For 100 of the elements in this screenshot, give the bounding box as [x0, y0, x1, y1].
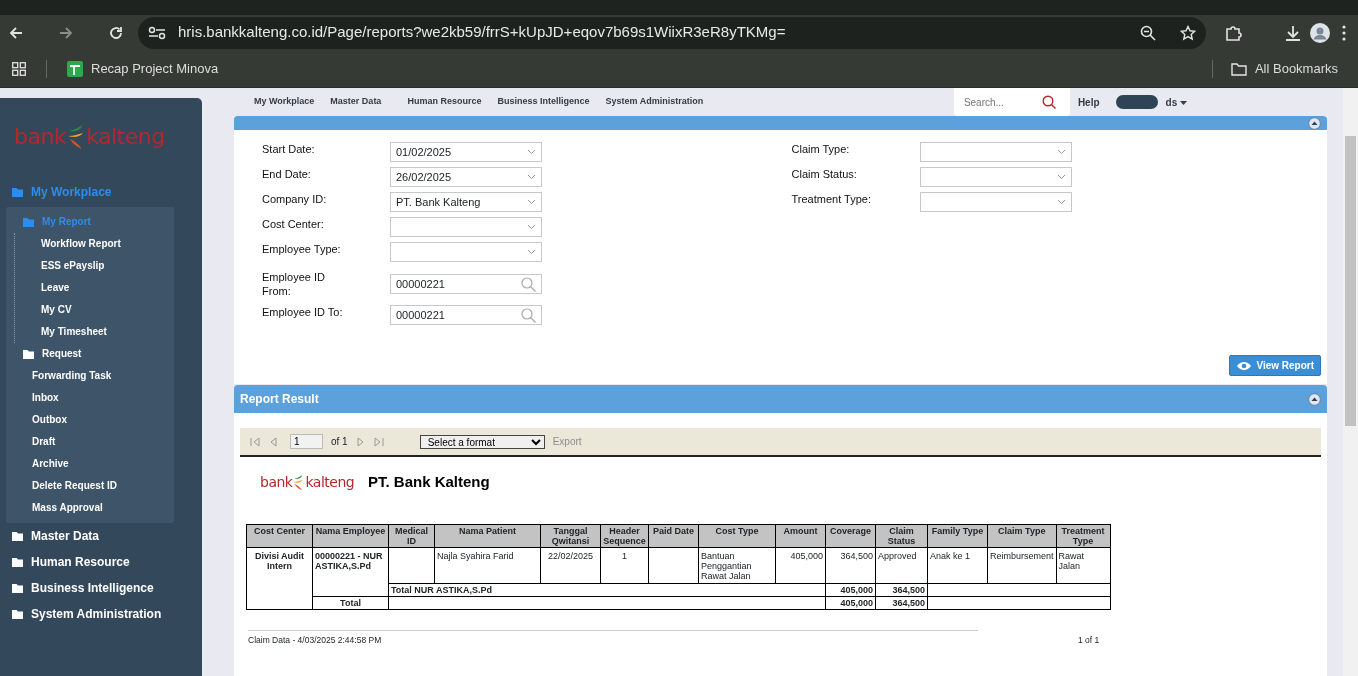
table-cell: 364,500 — [875, 596, 928, 609]
menu-item[interactable]: My CV — [15, 299, 174, 321]
menu-item[interactable]: Leave — [15, 277, 174, 299]
chevron-down-icon — [527, 199, 536, 205]
download-icon[interactable] — [1284, 23, 1302, 42]
lookup-field[interactable]: 00000221 — [390, 305, 542, 325]
nav-menu-link[interactable]: Business Intelligence — [497, 95, 590, 109]
scrollbar-thumb[interactable] — [1345, 136, 1356, 426]
search-field[interactable]: Search... — [953, 88, 1070, 116]
logo-text: kalteng — [86, 123, 165, 151]
column-header: Cost Type — [698, 524, 776, 547]
user-menu[interactable]: ds — [1165, 94, 1187, 110]
field-label: Company ID: — [262, 192, 328, 206]
forward-arrow-icon[interactable] — [58, 24, 74, 41]
menu-item[interactable]: Archive — [6, 453, 174, 475]
logo-text: kalteng — [305, 472, 355, 492]
dropdown-field[interactable] — [919, 167, 1072, 187]
menu-item[interactable]: Workflow Report — [15, 233, 174, 255]
table-cell: Divisi Audit Intern — [246, 547, 313, 609]
scrollbar[interactable] — [1343, 88, 1358, 676]
column-header: Coverage — [825, 524, 876, 547]
column-header: Nama Employee — [312, 524, 389, 547]
logo-text: bank — [260, 472, 293, 492]
column-header: Paid Date — [648, 524, 699, 547]
nav-menu-link[interactable]: My Workplace — [254, 95, 315, 109]
spreadsheet-icon[interactable] — [67, 60, 83, 77]
profile-avatar-icon[interactable] — [1310, 22, 1330, 43]
folder-icon — [12, 531, 23, 541]
nav-menu-link[interactable]: System Administration — [605, 95, 704, 109]
chevron-down-icon — [1056, 199, 1066, 205]
folder-menu-item[interactable]: Human Resource — [0, 549, 202, 575]
field-label: Cost Center: — [262, 217, 325, 231]
menu-item[interactable]: Mass Approval — [6, 497, 174, 519]
apps-grid-icon[interactable] — [12, 61, 26, 76]
menu-item[interactable]: Forwarding Task — [6, 365, 174, 387]
menu-item[interactable]: Draft — [6, 431, 174, 453]
nav-menu-link[interactable]: Master Data — [330, 95, 382, 109]
all-bookmarks-link[interactable]: All Bookmarks — [1254, 58, 1338, 79]
dropdown-field[interactable] — [390, 242, 542, 262]
column-header: Medical ID — [388, 524, 435, 547]
menu-item[interactable]: Inbox — [6, 387, 174, 409]
table-cell: 00000221 - NUR ASTIKA,S.Pd — [312, 547, 389, 596]
menu-item[interactable]: Delete Request ID — [6, 475, 174, 497]
column-header: Treatment Type — [1056, 524, 1111, 547]
folder-icon — [23, 348, 34, 359]
column-header: Nama Patient — [434, 524, 541, 547]
folder-icon[interactable] — [1230, 61, 1247, 76]
chevron-down-icon — [1056, 149, 1066, 155]
page-number-field[interactable]: 1 — [290, 434, 323, 449]
field-label: Start Date: — [262, 142, 316, 156]
table-cell: Total — [312, 596, 389, 609]
chevron-down-icon — [527, 174, 536, 180]
dropdown-field[interactable] — [919, 192, 1072, 212]
dropdown-field[interactable] — [390, 217, 542, 237]
field-label: Treatment Type: — [791, 192, 872, 206]
column-header: Claim Status — [875, 524, 928, 547]
column-header: Amount — [775, 524, 826, 547]
help-link[interactable]: Help — [1077, 94, 1100, 110]
collapse-icon[interactable] — [1308, 116, 1321, 130]
bookmark-link[interactable]: Recap Project Minova — [91, 58, 219, 79]
column-header: Claim Type — [987, 524, 1057, 547]
collapse-icon[interactable] — [1308, 392, 1321, 406]
table-cell: Rawat Jalan — [1056, 547, 1111, 583]
eye-icon — [1236, 360, 1253, 371]
field-label: End Date: — [262, 167, 312, 181]
folder-icon — [12, 187, 23, 197]
dropdown-field[interactable]: 26/02/2025 — [390, 167, 542, 187]
report-footer-text: Claim Data - 4/03/2025 2:44:58 PM — [248, 629, 978, 647]
star-icon[interactable] — [1180, 24, 1196, 41]
folder-icon — [12, 557, 23, 567]
dropdown-field[interactable]: 01/02/2025 — [390, 142, 542, 162]
menu-item[interactable]: My Timesheet — [15, 321, 174, 343]
folder-menu-item[interactable]: Master Data — [0, 523, 202, 549]
back-arrow-icon[interactable] — [8, 24, 24, 41]
folder-menu-item[interactable]: System Administration — [0, 601, 202, 627]
site-settings-icon[interactable] — [148, 25, 166, 40]
field-label: Claim Type: — [791, 142, 851, 156]
search-icon[interactable] — [1041, 95, 1056, 109]
menu-item[interactable]: ESS ePayslip — [15, 255, 174, 277]
field-label: Employee ID To: — [262, 305, 344, 319]
format-dropdown[interactable]: Select a format — [419, 434, 545, 449]
nav-menu-link[interactable]: Human Resource — [407, 95, 482, 109]
page-count: of 1 — [331, 435, 348, 449]
caret-icon — [1180, 100, 1187, 106]
dropdown-field[interactable] — [919, 142, 1072, 162]
puzzle-icon[interactable] — [1224, 23, 1242, 42]
table-cell: 22/02/2025 — [540, 547, 601, 583]
zoom-icon[interactable] — [1140, 24, 1156, 41]
dropdown-field[interactable]: PT. Bank Kalteng — [390, 192, 542, 212]
menu-item[interactable]: Outbox — [6, 409, 174, 431]
folder-menu-item[interactable]: Request — [6, 343, 174, 365]
user-avatar[interactable] — [1115, 95, 1158, 109]
folder-menu-item[interactable]: Business Intelligence — [0, 575, 202, 601]
table-cell: Anak ke 1 — [927, 547, 988, 583]
folder-icon — [12, 609, 23, 619]
reload-icon[interactable] — [108, 24, 124, 41]
field-label: Employee ID From: — [262, 270, 326, 298]
table-cell: 405,000 — [825, 583, 876, 596]
lookup-field[interactable]: 00000221 — [390, 274, 542, 294]
table-cell: 364,500 — [825, 547, 876, 583]
